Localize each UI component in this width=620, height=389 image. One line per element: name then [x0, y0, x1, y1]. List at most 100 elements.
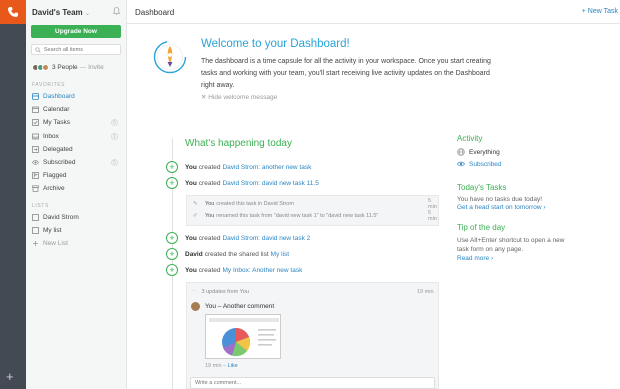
bell-icon[interactable] — [112, 7, 121, 17]
people-separator: — — [79, 64, 87, 71]
team-switcher[interactable]: David's Team ⌄ — [32, 8, 90, 17]
feed-verb: created — [198, 234, 221, 242]
invite-link[interactable]: Invite — [88, 64, 104, 71]
eye-icon — [457, 161, 465, 167]
new-task-button[interactable]: + New Task — [582, 8, 618, 15]
todays-tasks-text: You have no tasks due today! — [457, 196, 543, 203]
sidebar-item-inbox[interactable]: Inbox 1 — [26, 130, 126, 143]
archive-icon — [32, 185, 39, 193]
feed-actor: You — [185, 179, 197, 187]
feed-item[interactable]: + David created the shared list My list — [166, 248, 289, 260]
sidebar-item-label: Inbox — [43, 132, 59, 140]
dashboard-illustration-icon — [153, 40, 187, 74]
app-logo[interactable] — [0, 0, 26, 24]
attachment-thumbnail[interactable] — [205, 314, 281, 359]
avatar — [191, 302, 200, 311]
tip-text: Use Alt+Enter shortcut to open a new tas… — [457, 237, 565, 253]
task-created-icon: + — [166, 161, 178, 173]
page-title: Dashboard — [135, 8, 175, 17]
sidebar-item-subscribed[interactable]: Subscribed 5 — [26, 156, 126, 169]
task-created-icon: + — [166, 264, 178, 276]
favorites-label: FAVORITES — [32, 82, 66, 88]
search-icon — [35, 46, 41, 53]
history-text: created this task in David Strom — [216, 201, 294, 207]
activity-filter-everything[interactable]: Everything — [457, 148, 500, 156]
updates-text: 3 updates from You — [201, 289, 249, 295]
sidebar-item-new-list[interactable]: New List — [26, 237, 126, 250]
people-row: 3 People — Invite — [32, 64, 104, 71]
feed-target-link[interactable]: My Inbox: Another new task — [222, 267, 302, 274]
sidebar-item-label: Flagged — [43, 172, 67, 180]
feed-verb: created the shared list — [204, 250, 269, 258]
list-icon — [32, 214, 39, 221]
tasks-icon — [32, 119, 39, 127]
comment-meta-time: 19 min — [205, 363, 222, 369]
list-created-icon: + — [166, 248, 178, 260]
pie-chart-thumbnail-icon — [209, 318, 279, 357]
comment-input[interactable] — [190, 377, 435, 389]
subscribed-label: Subscribed — [469, 160, 502, 168]
upgrade-button[interactable]: Upgrade Now — [31, 25, 121, 38]
hide-welcome-button[interactable]: ✕ Hide welcome message — [201, 93, 277, 101]
activity-filter-subscribed[interactable]: Subscribed — [457, 160, 502, 168]
top-bar: Dashboard + New Task — [127, 0, 620, 24]
sidebar-item-archive[interactable]: Archive — [26, 182, 126, 195]
count-badge: 1 — [111, 132, 118, 140]
history-time: 5 min — [428, 210, 437, 222]
task-created-icon: + — [166, 177, 178, 189]
sidebar-item-flagged[interactable]: Flagged — [26, 169, 126, 182]
sidebar-item-calendar[interactable]: Calendar — [26, 103, 126, 116]
sidebar-item-david-strom[interactable]: David Strom — [26, 211, 126, 224]
sidebar-item-label: New List — [43, 240, 68, 248]
team-name: David's Team — [32, 8, 83, 17]
search-input[interactable] — [43, 46, 120, 53]
task-history-box: ✎ You created this task in David Strom 5… — [186, 195, 439, 226]
feed-item[interactable]: + You created David Strom: david new tas… — [166, 232, 310, 244]
feed-target-link[interactable]: David Strom: david new task 11.5 — [222, 180, 318, 187]
people-count[interactable]: 3 People — [52, 64, 78, 71]
todays-tasks-title: Today's Tasks — [457, 183, 507, 192]
feed-verb: created — [198, 179, 221, 187]
comment-meta-separator: – — [223, 363, 227, 369]
edit-icon: ✐ — [193, 213, 198, 219]
feed-item[interactable]: + You created David Strom: another new t… — [166, 161, 311, 173]
feed-item[interactable]: + You created My Inbox: Another new task — [166, 264, 302, 276]
feed-actor: You — [185, 163, 197, 171]
feed-verb: created — [198, 266, 221, 274]
feed-target-link[interactable]: My list — [271, 251, 289, 258]
like-button[interactable]: Like — [228, 363, 238, 369]
sidebar-item-label: My Tasks — [43, 119, 70, 127]
comment-author: You – Another comment — [205, 303, 275, 310]
history-text: renamed this task from "david new task 1… — [216, 213, 379, 219]
sidebar-item-label: Dashboard — [43, 93, 75, 101]
dashboard-icon — [32, 93, 39, 100]
read-more-link[interactable]: Read more › — [457, 255, 493, 262]
updates-summary[interactable]: ⋯ 3 updates from You — [191, 289, 249, 295]
feed-target-link[interactable]: David Strom: david new task 2 — [222, 235, 310, 242]
inbox-icon — [32, 133, 39, 140]
history-actor: You — [205, 213, 215, 219]
list-icon — [32, 227, 39, 235]
history-actor: You — [205, 201, 215, 207]
sidebar-item-my-tasks[interactable]: My Tasks 6 — [26, 116, 126, 129]
flag-icon — [32, 172, 39, 180]
lists-label: LISTS — [32, 203, 49, 209]
avatar[interactable] — [42, 64, 49, 71]
everything-label: Everything — [469, 148, 500, 156]
sidebar-item-dashboard[interactable]: Dashboard — [26, 90, 126, 103]
feed-target-link[interactable]: David Strom: another new task — [222, 164, 311, 171]
favorites-nav: Dashboard Calendar My Tasks 6 Inbox 1 De… — [26, 90, 126, 196]
add-icon[interactable]: + — [6, 370, 14, 383]
lists-nav: David Strom My list New List — [26, 211, 126, 251]
comment-time: 19 min — [417, 289, 434, 295]
plus-icon — [32, 240, 39, 247]
subscribed-icon — [32, 159, 39, 166]
sidebar-item-delegated[interactable]: Delegated — [26, 143, 126, 156]
feed-actor: David — [185, 250, 203, 258]
feed-item[interactable]: + You created David Strom: david new tas… — [166, 177, 319, 189]
sidebar-item-my-list[interactable]: My list — [26, 224, 126, 237]
sidebar-item-label: Archive — [43, 185, 65, 193]
history-time: 5 min — [428, 198, 437, 210]
head-start-link[interactable]: Get a head start on tomorrow › — [457, 204, 546, 211]
feed-title: What's happening today — [185, 138, 292, 149]
